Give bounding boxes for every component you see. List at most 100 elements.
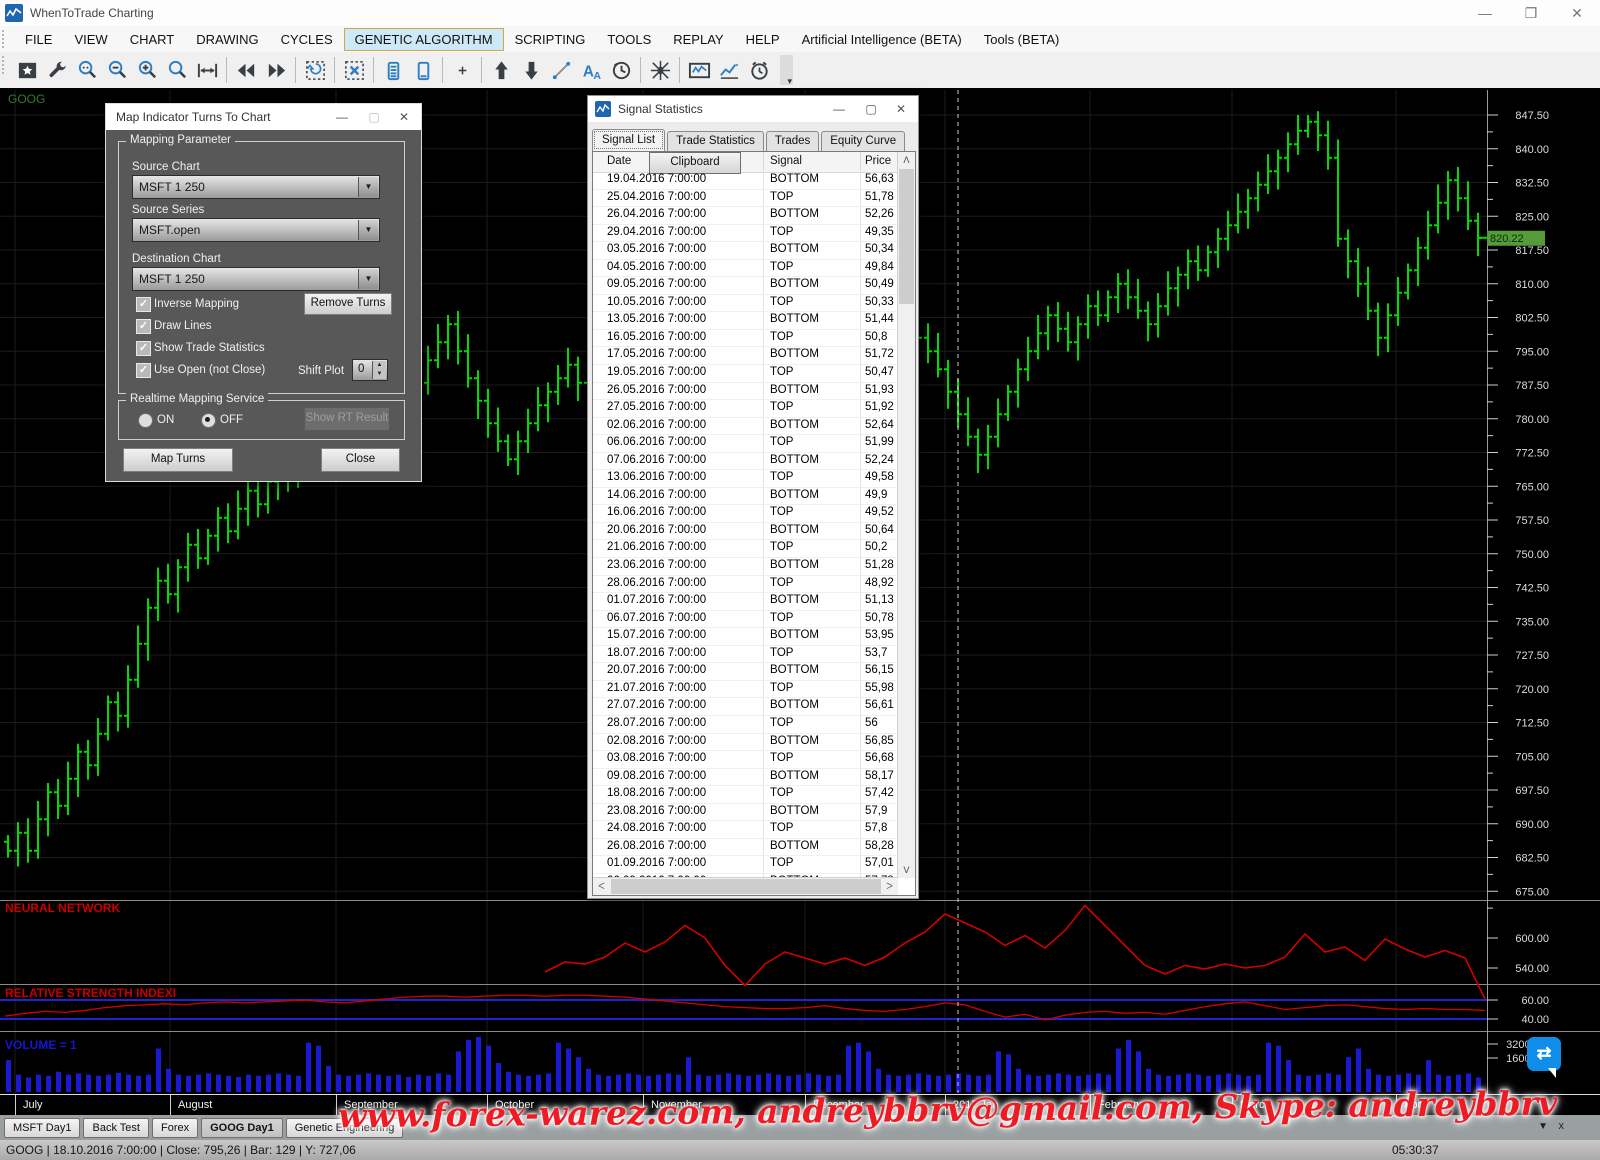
window-minimize-button[interactable]: — — [1462, 0, 1508, 26]
signal-row[interactable]: 06.07.2016 7:00:00TOP50,78 — [593, 611, 898, 629]
signal-row[interactable]: 28.06.2016 7:00:00TOP48,92 — [593, 576, 898, 594]
signal-maximize-button[interactable]: ▢ — [856, 96, 886, 122]
use-open-checkbox[interactable]: ✓ — [136, 363, 151, 378]
signal-row[interactable]: 26.04.2016 7:00:00BOTTOM52,26 — [593, 207, 898, 225]
signal-row[interactable]: 13.06.2016 7:00:00TOP49,58 — [593, 470, 898, 488]
signal-row[interactable]: 03.08.2016 7:00:00TOP56,68 — [593, 751, 898, 769]
source-chart-dropdown-icon[interactable]: ▼ — [358, 177, 378, 197]
signal-row[interactable]: 01.09.2016 7:00:00TOP57,01 — [593, 856, 898, 874]
signal-row[interactable]: 26.08.2016 7:00:00BOTTOM58,28 — [593, 839, 898, 857]
signal-row[interactable]: 16.06.2016 7:00:00TOP49,52 — [593, 505, 898, 523]
signal-row[interactable]: 19.04.2016 7:00:00BOTTOM56,63 — [593, 172, 898, 190]
column-header-date[interactable]: Date — [607, 155, 631, 167]
toolbar-drag-grip[interactable] — [2, 56, 8, 74]
close-button[interactable]: Close — [321, 448, 400, 472]
signal-row[interactable]: 10.05.2016 7:00:00TOP50,33 — [593, 295, 898, 313]
menu-item-drawing[interactable]: DRAWING — [185, 28, 269, 51]
menu-item-chart[interactable]: CHART — [119, 28, 186, 51]
scroll-right-icon[interactable]: ᐳ — [881, 878, 898, 894]
remove-turns-button[interactable]: Remove Turns — [304, 293, 392, 315]
signal-row[interactable]: 19.05.2016 7:00:00TOP50,47 — [593, 365, 898, 383]
source-series-dropdown-icon[interactable]: ▼ — [358, 220, 378, 240]
signal-row[interactable]: 18.07.2016 7:00:00TOP53,7 — [593, 646, 898, 664]
signal-tab-trades[interactable]: Trades — [766, 131, 819, 151]
signal-row[interactable]: 03.05.2016 7:00:00BOTTOM50,34 — [593, 242, 898, 260]
map-dialog-titlebar[interactable]: Map Indicator Turns To Chart — ▢ ✕ — [106, 104, 421, 130]
bottom-tab-back-test[interactable]: Back Test — [83, 1118, 149, 1138]
show-trade-statistics-checkbox[interactable]: ✓ — [136, 341, 151, 356]
signal-window-titlebar[interactable]: Signal Statistics — ▢ ✕ — [588, 96, 918, 122]
alarm-clock-icon[interactable] — [744, 55, 774, 85]
signal-row[interactable]: 26.05.2016 7:00:00BOTTOM51,93 — [593, 383, 898, 401]
selection-clear-icon[interactable] — [339, 55, 369, 85]
menu-item-genetic-algorithm[interactable]: GENETIC ALGORITHM — [344, 28, 504, 51]
inverse-mapping-checkbox[interactable]: ✓ — [136, 297, 151, 312]
signal-row[interactable]: 13.05.2016 7:00:00BOTTOM51,44 — [593, 312, 898, 330]
scroll-up-icon[interactable]: ᐱ — [898, 152, 915, 168]
rt-off-radio[interactable] — [201, 413, 216, 428]
signal-row[interactable]: 01.07.2016 7:00:00BOTTOM51,13 — [593, 593, 898, 611]
signal-row[interactable]: 25.04.2016 7:00:00TOP51,78 — [593, 190, 898, 208]
window-close-button[interactable]: ✕ — [1554, 0, 1600, 26]
signal-row[interactable]: 02.06.2016 7:00:00BOTTOM52,64 — [593, 418, 898, 436]
menu-item-help[interactable]: HELP — [735, 28, 791, 51]
signal-row[interactable]: 17.05.2016 7:00:00BOTTOM51,72 — [593, 347, 898, 365]
signal-row[interactable]: 21.07.2016 7:00:00TOP55,98 — [593, 681, 898, 699]
signal-row[interactable]: 07.06.2016 7:00:00BOTTOM52,24 — [593, 453, 898, 471]
signal-row[interactable]: 23.08.2016 7:00:00BOTTOM57,9 — [593, 804, 898, 822]
toolbar-overflow-button[interactable] — [780, 55, 793, 85]
battery-full-icon[interactable] — [378, 55, 408, 85]
signal-row[interactable]: 28.07.2016 7:00:00TOP56 — [593, 716, 898, 734]
new-chart-icon[interactable] — [12, 55, 42, 85]
font-tool-icon[interactable]: AA — [576, 55, 606, 85]
window-restore-button[interactable]: ❐ — [1508, 0, 1554, 26]
scroll-left-icon[interactable]: ᐸ — [593, 878, 610, 894]
signal-tab-signal-list[interactable]: Signal List — [592, 129, 665, 151]
fast-forward-icon[interactable] — [261, 55, 291, 85]
zoom-tool-icon[interactable] — [162, 55, 192, 85]
remote-access-icon[interactable]: ⇄ — [1527, 1037, 1561, 1071]
shift-plot-arrows-icon[interactable]: ▲▼ — [372, 361, 386, 379]
plus-icon[interactable] — [447, 55, 477, 85]
menu-item-tools[interactable]: TOOLS — [596, 28, 662, 51]
rt-on-radio[interactable] — [138, 413, 153, 428]
vertical-scroll-thumb[interactable] — [899, 169, 914, 304]
signal-row[interactable]: 21.06.2016 7:00:00TOP50,2 — [593, 540, 898, 558]
destination-chart-select[interactable]: MSFT 1 250 ▼ — [132, 267, 380, 291]
indicator-window-icon[interactable] — [684, 55, 714, 85]
bottom-tab-forex[interactable]: Forex — [152, 1118, 198, 1138]
map-maximize-button[interactable]: ▢ — [359, 104, 389, 130]
source-series-select[interactable]: MSFT.open ▼ — [132, 218, 380, 242]
map-minimize-button[interactable]: — — [327, 104, 357, 130]
wrench-icon[interactable] — [42, 55, 72, 85]
signal-minimize-button[interactable]: — — [824, 96, 854, 122]
destination-chart-dropdown-icon[interactable]: ▼ — [358, 269, 378, 289]
signal-row[interactable]: 18.08.2016 7:00:00TOP57,42 — [593, 786, 898, 804]
signal-tab-trade-statistics[interactable]: Trade Statistics — [667, 131, 764, 151]
signal-row[interactable]: 20.07.2016 7:00:00BOTTOM56,15 — [593, 663, 898, 681]
replay-history-icon[interactable] — [606, 55, 636, 85]
source-chart-select[interactable]: MSFT 1 250 ▼ — [132, 175, 380, 199]
signal-vertical-scrollbar[interactable]: ᐱ ᐯ — [897, 152, 915, 878]
signal-row[interactable]: 04.05.2016 7:00:00TOP49,84 — [593, 260, 898, 278]
selection-cycles-icon[interactable] — [300, 55, 330, 85]
spider-icon[interactable] — [645, 55, 675, 85]
zoom-reset-icon[interactable] — [72, 55, 102, 85]
signal-row[interactable]: 06.06.2016 7:00:00TOP51,99 — [593, 435, 898, 453]
signal-row[interactable]: 16.05.2016 7:00:00TOP50,8 — [593, 330, 898, 348]
menu-item-cycles[interactable]: CYCLES — [270, 28, 344, 51]
fast-backward-icon[interactable] — [231, 55, 261, 85]
column-header-price[interactable]: Price — [865, 155, 891, 167]
signal-horizontal-scrollbar[interactable]: ᐸ ᐳ — [593, 877, 898, 895]
bottom-tab-goog-day-[interactable]: GOOG Day1 — [201, 1118, 283, 1138]
zoom-out-icon[interactable] — [102, 55, 132, 85]
bottom-tab-msft-day-[interactable]: MSFT Day1 — [4, 1118, 80, 1138]
horizontal-scroll-thumb[interactable] — [611, 879, 881, 894]
menu-item-file[interactable]: FILE — [14, 28, 63, 51]
trendline-tool-icon[interactable] — [546, 55, 576, 85]
signal-row[interactable]: 27.05.2016 7:00:00TOP51,92 — [593, 400, 898, 418]
clipboard-button[interactable]: Clipboard — [649, 152, 741, 174]
menu-drag-grip[interactable] — [2, 30, 8, 48]
arrow-down-icon[interactable] — [516, 55, 546, 85]
signal-row[interactable]: 27.07.2016 7:00:00BOTTOM56,61 — [593, 698, 898, 716]
